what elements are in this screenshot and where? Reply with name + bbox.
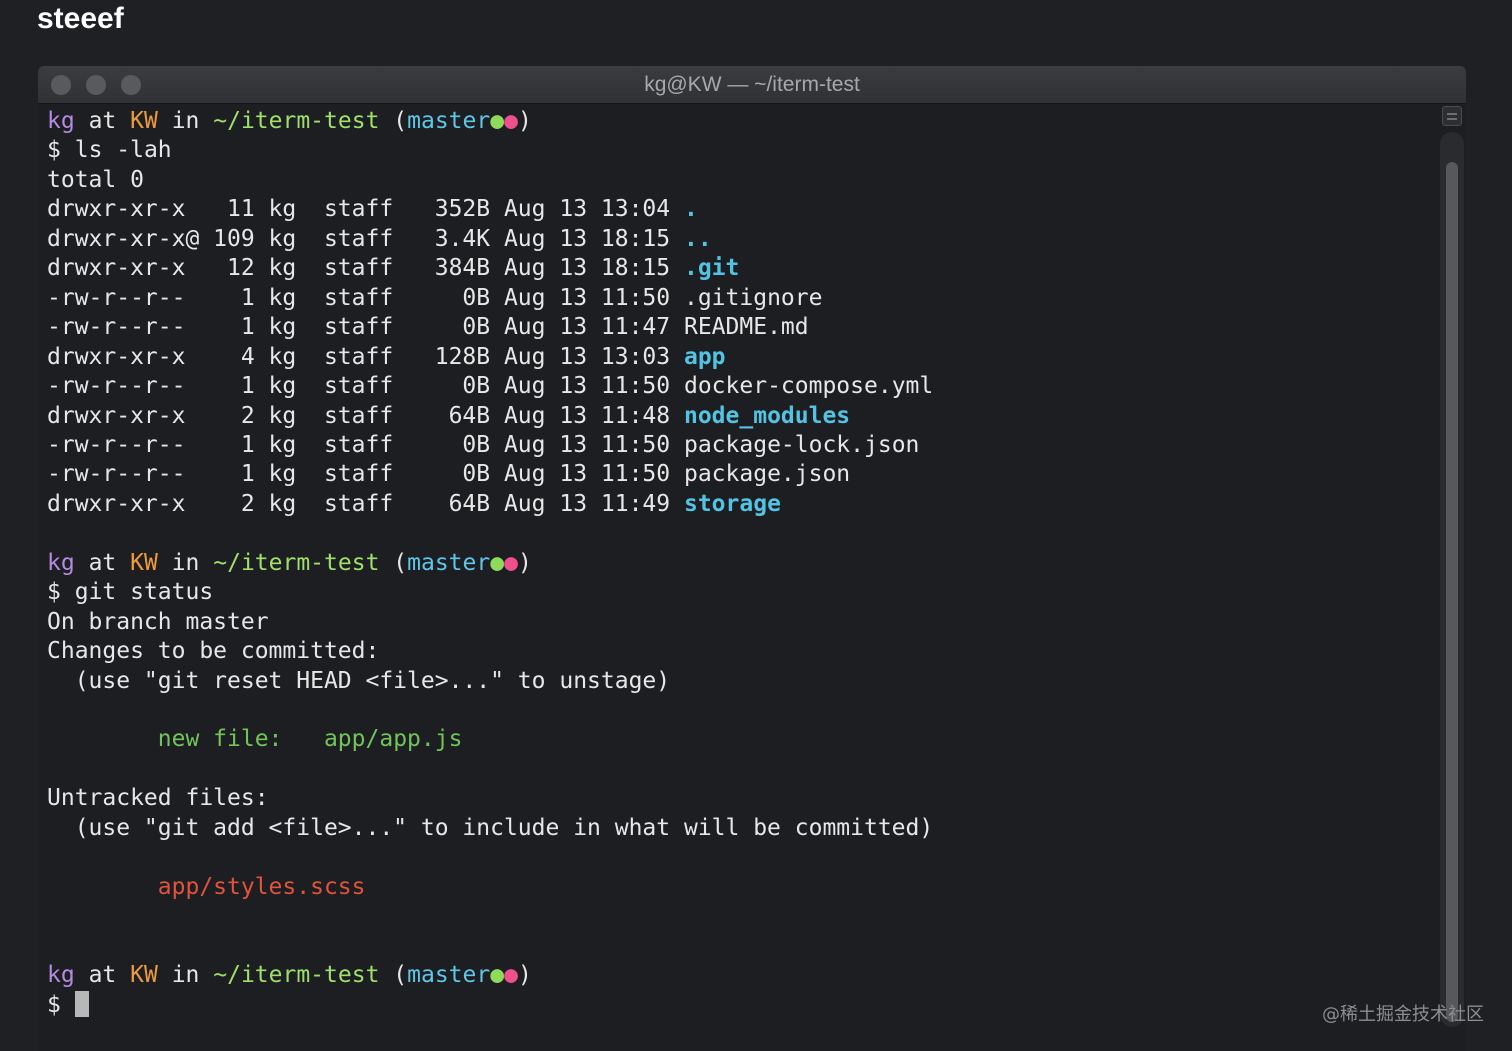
ls-meta: -rw-r--r-- 1 kg staff 0B Aug 13 11:50 [47, 461, 684, 488]
title-bar[interactable]: kg@KW — ~/iterm-test [38, 66, 1466, 104]
ls-row: -rw-r--r-- 1 kg staff 0B Aug 13 11:50 do… [47, 372, 933, 401]
ls-meta: -rw-r--r-- 1 kg staff 0B Aug 13 11:47 [47, 314, 684, 341]
prompt-in: in [171, 962, 200, 989]
git-untracked-file: app/styles.scss [47, 873, 366, 900]
ls-total: total 0 [47, 166, 144, 193]
prompt-path: ~/iterm-test [213, 108, 380, 134]
ls-row: drwxr-xr-x 12 kg staff 384B Aug 13 18:15… [47, 254, 739, 283]
git-untracked-hint: (use "git add <file>..." to include in w… [47, 814, 934, 841]
new-file-path: app/app.js [323, 726, 463, 753]
scrollback-button[interactable] [1442, 106, 1462, 126]
ls-meta: drwxr-xr-x 2 kg staff 64B Aug 13 11:48 [47, 402, 684, 429]
ls-file-name: package.json [683, 461, 851, 488]
git-untracked-header: Untracked files: [47, 785, 269, 812]
ls-dir-name: storage [683, 490, 781, 517]
untracked-dot-icon: ● [504, 549, 518, 576]
prompt-path: ~/iterm-test [213, 549, 380, 576]
ls-row: drwxr-xr-x 2 kg staff 64B Aug 13 11:48 n… [47, 402, 850, 431]
ls-meta: -rw-r--r-- 1 kg staff 0B Aug 13 11:50 [47, 373, 684, 400]
scrollbar-thumb[interactable] [1446, 162, 1458, 1022]
text-cursor [74, 990, 89, 1017]
page-header: steeef [37, 2, 124, 35]
list-icon-line [1447, 118, 1457, 120]
ls-file-name: package-lock.json [683, 431, 920, 458]
prompt-user: kg [47, 108, 75, 134]
ls-dir-name: node_modules [683, 402, 851, 429]
command-text: git status [74, 579, 214, 606]
input-line[interactable]: $ [47, 990, 89, 1020]
prompt-line: kg at KW in ~/iterm-test (master●●) [47, 108, 532, 134]
ls-file-name: README.md [683, 314, 809, 341]
terminal-window: kg@KW — ~/iterm-test kg at KW in ~/iterm… [38, 66, 1466, 1051]
ls-meta: -rw-r--r-- 1 kg staff 0B Aug 13 11:50 [47, 431, 684, 458]
terminal-output[interactable]: kg at KW in ~/iterm-test (master●●) $ ls… [47, 104, 1438, 1051]
ls-row: -rw-r--r-- 1 kg staff 0B Aug 13 11:50 .g… [47, 284, 822, 313]
ls-meta: -rw-r--r-- 1 kg staff 0B Aug 13 11:50 [47, 284, 684, 311]
ls-meta: drwxr-xr-x 11 kg staff 352B Aug 13 13:04 [47, 196, 684, 223]
ls-meta: drwxr-xr-x 2 kg staff 64B Aug 13 11:49 [47, 490, 684, 517]
ls-row: -rw-r--r-- 1 kg staff 0B Aug 13 11:50 pa… [47, 460, 850, 489]
git-new-file: new file: app/app.js [47, 725, 463, 754]
prompt-symbol: $ [47, 137, 61, 164]
prompt-symbol: $ [47, 579, 61, 606]
prompt-symbol: $ [47, 991, 61, 1018]
window-title: kg@KW — ~/iterm-test [644, 73, 860, 96]
prompt-host: KW [130, 108, 158, 134]
prompt-branch: master [407, 549, 491, 576]
ls-meta: drwxr-xr-x@ 109 kg staff 3.4K Aug 13 18:… [47, 225, 684, 252]
prompt-line: kg at KW in ~/iterm-test (master●●) [47, 549, 532, 576]
prompt-user: kg [47, 962, 75, 989]
watermark: @稀土掘金技术社区 [1322, 1004, 1484, 1025]
ls-row: drwxr-xr-x 11 kg staff 352B Aug 13 13:04… [47, 195, 698, 224]
prompt-at: at [88, 549, 117, 576]
prompt-in: in [171, 108, 200, 134]
prompt-user: kg [47, 549, 75, 576]
prompt-line: kg at KW in ~/iterm-test (master●●) [47, 962, 532, 989]
prompt-host: KW [130, 549, 158, 576]
prompt-at: at [88, 108, 117, 134]
ls-dir-name: . [683, 196, 698, 223]
untracked-dot-icon: ● [504, 108, 518, 134]
ls-row: drwxr-xr-x 4 kg staff 128B Aug 13 13:03 … [47, 343, 726, 372]
ls-file-name: .gitignore [683, 284, 823, 311]
command-text: ls -lah [74, 137, 172, 164]
prompt-in: in [171, 549, 200, 576]
staged-dot-icon: ● [490, 549, 505, 576]
prompt-at: at [88, 962, 117, 989]
prompt-branch: master [407, 108, 491, 134]
ls-dir-name: .. [683, 225, 712, 252]
list-icon [1447, 113, 1457, 115]
untracked-dot-icon: ● [504, 962, 518, 989]
prompt-host: KW [130, 962, 158, 989]
ls-row: -rw-r--r-- 1 kg staff 0B Aug 13 11:50 pa… [47, 431, 919, 460]
ls-dir-name: app [683, 343, 726, 370]
git-staged-hint: (use "git reset HEAD <file>..." to unsta… [47, 667, 671, 694]
command-line: $ git status [47, 578, 213, 607]
new-file-label: new file: [47, 726, 324, 753]
git-branch-line: On branch master [47, 608, 269, 635]
ls-file-name: docker-compose.yml [683, 373, 934, 400]
ls-meta: drwxr-xr-x 12 kg staff 384B Aug 13 18:15 [47, 255, 684, 282]
ls-row: -rw-r--r-- 1 kg staff 0B Aug 13 11:47 RE… [47, 313, 809, 342]
git-staged-header: Changes to be committed: [47, 638, 380, 665]
ls-meta: drwxr-xr-x 4 kg staff 128B Aug 13 13:03 [47, 343, 684, 370]
ls-row: drwxr-xr-x 2 kg staff 64B Aug 13 11:49 s… [47, 490, 781, 519]
ls-dir-name: .git [683, 255, 740, 282]
ls-row: drwxr-xr-x@ 109 kg staff 3.4K Aug 13 18:… [47, 225, 712, 254]
staged-dot-icon: ● [490, 108, 505, 134]
staged-dot-icon: ● [490, 962, 505, 989]
prompt-path: ~/iterm-test [213, 962, 380, 989]
prompt-branch: master [407, 962, 491, 989]
command-line: $ ls -lah [47, 136, 172, 165]
